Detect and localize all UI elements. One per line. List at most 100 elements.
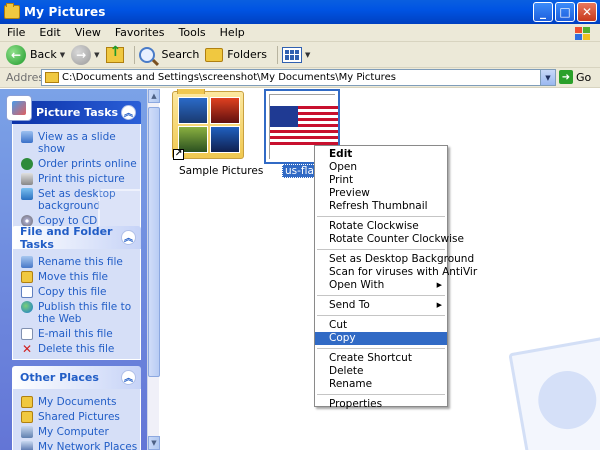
views-button[interactable]: ▼ <box>282 46 310 63</box>
file-folder-tasks-body: Rename this file Move this file Copy thi… <box>12 249 141 360</box>
email-icon <box>21 328 33 340</box>
task-label: Move this file <box>38 271 108 283</box>
window-title: My Pictures <box>24 5 106 19</box>
toolbar-separator <box>277 45 279 64</box>
place-label: My Network Places <box>38 441 138 450</box>
go-button[interactable]: ➜ Go <box>559 70 591 84</box>
menu-file[interactable]: File <box>0 26 32 39</box>
task-move[interactable]: Move this file <box>21 271 140 283</box>
picture-tasks-header[interactable]: Picture Tasks ︽ <box>6 95 141 124</box>
search-button[interactable]: Search <box>138 46 199 63</box>
scroll-thumb[interactable] <box>148 107 160 377</box>
place-shared-pictures[interactable]: Shared Pictures <box>21 411 140 423</box>
minimize-button[interactable]: _ <box>533 2 553 22</box>
back-arrow-icon: ← <box>6 44 26 65</box>
task-label: E-mail this file <box>38 328 113 340</box>
other-places-header[interactable]: Other Places ︽ <box>12 366 141 389</box>
menu-item-rotate-clockwise[interactable]: Rotate Clockwise <box>315 220 447 233</box>
menu-item-copy[interactable]: Copy <box>315 332 447 345</box>
menu-item-print[interactable]: Print <box>315 174 447 187</box>
scroll-down-button[interactable]: ▼ <box>148 436 160 450</box>
title-bar[interactable]: My Pictures _ □ ✕ <box>0 0 600 24</box>
menu-separator <box>317 295 445 296</box>
place-my-network-places[interactable]: My Network Places <box>21 441 140 450</box>
task-publish[interactable]: Publish this file to the Web <box>21 301 140 325</box>
menu-item-delete[interactable]: Delete <box>315 365 447 378</box>
toolbar-separator <box>133 45 135 64</box>
go-label: Go <box>576 70 592 84</box>
globe-icon <box>21 301 33 313</box>
collapse-chevron-icon[interactable]: ︽ <box>121 230 136 245</box>
move-icon <box>21 271 33 283</box>
address-bar: Address C:\Documents and Settings\screen… <box>0 68 600 88</box>
menu-item-refresh-thumbnail[interactable]: Refresh Thumbnail <box>315 200 447 213</box>
menu-favorites[interactable]: Favorites <box>108 26 172 39</box>
folders-icon <box>205 47 224 62</box>
folders-button[interactable]: Folders <box>205 47 267 62</box>
file-label-sample-pictures[interactable]: Sample Pictures <box>179 165 263 177</box>
menu-item-send-to[interactable]: Send To ▶ <box>315 299 447 312</box>
dropdown-arrow-icon[interactable]: ▼ <box>94 51 99 59</box>
shared-pictures-icon <box>21 411 33 423</box>
dropdown-arrow-icon[interactable]: ▼ <box>60 51 65 59</box>
menu-item-properties[interactable]: Properties <box>315 398 447 411</box>
desktop-icon <box>21 188 33 200</box>
task-order-prints[interactable]: Order prints online <box>21 158 140 170</box>
menu-item-open[interactable]: Open <box>315 161 447 174</box>
task-email[interactable]: E-mail this file <box>21 328 140 340</box>
task-pane-scrollbar[interactable]: ▲ ▼ <box>147 89 160 450</box>
collapse-chevron-icon[interactable]: ︽ <box>121 105 136 120</box>
delete-x-icon: ✕ <box>21 342 33 356</box>
menu-item-preview[interactable]: Preview <box>315 187 447 200</box>
menu-view[interactable]: View <box>68 26 108 39</box>
address-input[interactable]: C:\Documents and Settings\screenshot\My … <box>41 69 556 86</box>
up-button[interactable] <box>105 44 124 63</box>
place-my-computer[interactable]: My Computer <box>21 426 140 438</box>
task-label: Publish this file to the Web <box>38 301 132 325</box>
menu-item-set-desktop-background[interactable]: Set as Desktop Background <box>315 253 474 266</box>
scroll-up-button[interactable]: ▲ <box>148 89 160 103</box>
place-my-documents[interactable]: My Documents <box>21 396 140 408</box>
menu-help[interactable]: Help <box>213 26 252 39</box>
menu-separator <box>317 216 445 217</box>
file-folder-tasks-header[interactable]: File and Folder Tasks ︽ <box>12 225 141 251</box>
task-pane: Picture Tasks ︽ View as a slide show Ord… <box>0 89 158 450</box>
menu-item-create-shortcut[interactable]: Create Shortcut <box>315 352 447 365</box>
folder-preview-grid <box>178 97 240 153</box>
address-dropdown-button[interactable]: ▼ <box>540 70 555 85</box>
menu-separator <box>317 394 445 395</box>
search-icon <box>138 46 155 63</box>
maximize-button[interactable]: □ <box>555 2 575 22</box>
menu-item-rotate-counter-clockwise[interactable]: Rotate Counter Clockwise <box>315 233 464 246</box>
task-delete[interactable]: ✕ Delete this file <box>21 343 140 355</box>
place-label: Shared Pictures <box>38 411 120 423</box>
dropdown-arrow-icon[interactable]: ▼ <box>305 51 310 59</box>
file-folder-tasks-panel: File and Folder Tasks ︽ Rename this file… <box>12 225 141 360</box>
submenu-arrow-icon: ▶ <box>436 281 442 289</box>
back-button[interactable]: ← Back ▼ <box>6 44 65 65</box>
menu-separator <box>317 249 445 250</box>
menu-tools[interactable]: Tools <box>172 26 213 39</box>
picture-tasks-icon <box>6 95 32 121</box>
other-places-panel: Other Places ︽ My Documents Shared Pictu… <box>12 366 141 450</box>
task-copy[interactable]: Copy this file <box>21 286 140 298</box>
forward-arrow-icon: → <box>71 44 92 65</box>
task-print-picture[interactable]: Print this picture <box>21 173 140 185</box>
menu-edit[interactable]: Edit <box>32 26 67 39</box>
task-rename[interactable]: Rename this file <box>21 256 140 268</box>
menu-item-scan-antivir[interactable]: Scan for viruses with AntiVir <box>315 266 477 279</box>
task-label: Delete this file <box>38 343 115 355</box>
picture-tasks-panel: Picture Tasks ︽ View as a slide show Ord… <box>6 95 141 232</box>
menu-item-cut[interactable]: Cut <box>315 319 447 332</box>
task-label: Print this picture <box>38 173 125 185</box>
network-places-icon <box>21 441 33 450</box>
menu-item-rename[interactable]: Rename <box>315 378 447 391</box>
menu-item-edit[interactable]: Edit <box>315 148 447 161</box>
close-button[interactable]: ✕ <box>577 2 597 22</box>
folder-up-icon <box>105 44 124 63</box>
collapse-chevron-icon[interactable]: ︽ <box>121 370 136 385</box>
menu-item-open-with[interactable]: Open With ▶ <box>315 279 447 292</box>
window-controls: _ □ ✕ <box>533 2 597 22</box>
forward-button[interactable]: → ▼ <box>71 44 100 65</box>
task-slide-show[interactable]: View as a slide show <box>21 131 140 155</box>
